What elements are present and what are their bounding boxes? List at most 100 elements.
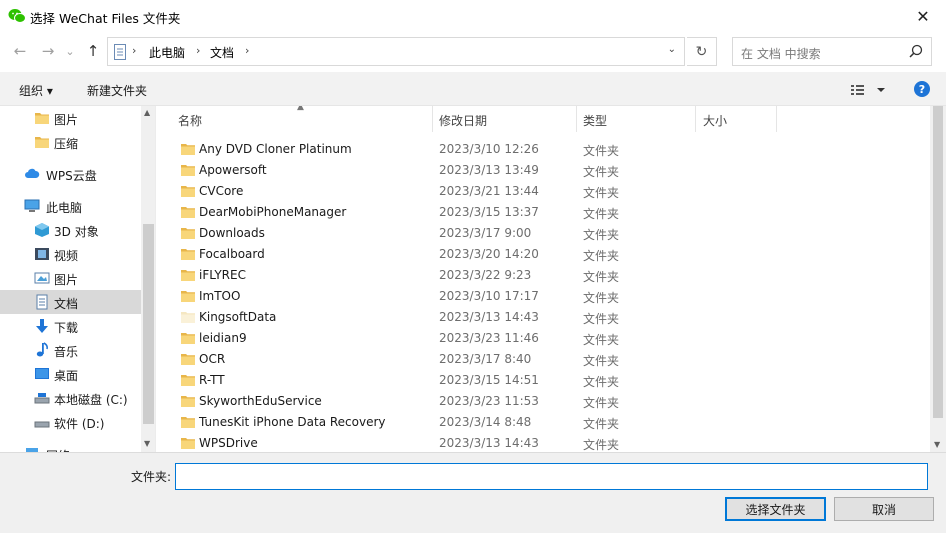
file-type: 文件夹 (583, 291, 620, 305)
forward-button[interactable]: → (38, 41, 58, 61)
table-row[interactable]: KingsoftData 2023/3/13 14:43 文件夹 (160, 307, 930, 328)
sidebar-item-this-pc[interactable]: 此电脑 (0, 194, 141, 218)
file-name: Any DVD Cloner Platinum (199, 142, 352, 156)
sidebar-item-music[interactable]: 音乐 (0, 338, 141, 362)
search-box[interactable]: 在 文档 中搜索 (732, 37, 932, 66)
file-type: 文件夹 (583, 417, 620, 431)
table-row[interactable]: TunesKit iPhone Data Recovery 2023/3/14 8… (160, 412, 930, 433)
table-row[interactable]: Downloads 2023/3/17 9:00 文件夹 (160, 223, 930, 244)
pictures-icon (34, 272, 50, 284)
table-row[interactable]: R-TT 2023/3/15 14:51 文件夹 (160, 370, 930, 391)
file-type: 文件夹 (583, 270, 620, 284)
column-header-size[interactable]: 大小 (696, 106, 777, 132)
wechat-icon (8, 9, 26, 23)
table-row[interactable]: SkyworthEduService 2023/3/23 11:53 文件夹 (160, 391, 930, 412)
folder-icon (181, 207, 195, 218)
table-row[interactable]: iFLYREC 2023/3/22 9:23 文件夹 (160, 265, 930, 286)
sidebar-item-label: 音乐 (54, 345, 79, 359)
file-list-scroll-thumb[interactable] (933, 106, 943, 418)
breadcrumb-separator[interactable]: › (196, 44, 200, 57)
sidebar-item-compress[interactable]: 压缩 (0, 130, 141, 154)
file-date: 2023/3/10 12:26 (439, 142, 539, 156)
breadcrumb-separator[interactable]: › (245, 44, 249, 57)
close-icon: ✕ (916, 6, 930, 26)
scroll-down-icon[interactable]: ▼ (934, 440, 940, 449)
file-name: Apowersoft (199, 163, 267, 177)
table-row[interactable]: Any DVD Cloner Platinum 2023/3/10 12:26 文件… (160, 139, 930, 160)
sidebar-item-network[interactable]: 网络 (0, 442, 141, 452)
scroll-down-icon[interactable]: ▼ (144, 439, 150, 448)
file-type: 文件夹 (583, 333, 620, 347)
breadcrumb-documents[interactable]: 文档 (210, 44, 234, 61)
3d-objects-icon (35, 223, 49, 237)
back-button[interactable]: ← (10, 41, 30, 61)
file-list-scrollbar[interactable]: ▼ (930, 106, 946, 452)
sidebar-item-pictures[interactable]: 图片 (0, 266, 141, 290)
sidebar-item-label: 文档 (54, 297, 79, 311)
sidebar-item-label: WPS云盘 (46, 169, 97, 183)
view-options-icon[interactable] (850, 83, 890, 97)
address-bar[interactable]: › 此电脑 › 文档 › ⌄ (107, 37, 685, 66)
sidebar-item-3d-objects[interactable]: 3D 对象 (0, 218, 141, 242)
folder-icon (181, 165, 195, 176)
cancel-button[interactable]: 取消 (834, 497, 934, 521)
file-type: 文件夹 (583, 207, 620, 221)
sidebar-item-downloads[interactable]: 下载 (0, 314, 141, 338)
file-name: ImTOO (199, 289, 241, 303)
scroll-up-icon[interactable]: ▲ (144, 108, 150, 117)
column-header-name[interactable]: 名称 (160, 106, 433, 132)
search-icon (909, 44, 923, 58)
breadcrumb-this-pc[interactable]: 此电脑 (149, 44, 185, 61)
search-input[interactable]: 在 文档 中搜索 (741, 45, 821, 62)
window-title: 选择 WeChat Files 文件夹 (30, 11, 181, 26)
table-row[interactable]: CVCore 2023/3/21 13:44 文件夹 (160, 181, 930, 202)
sidebar-item-drive-d[interactable]: 软件 (D:) (0, 410, 141, 434)
sidebar-item-desktop[interactable]: 桌面 (0, 362, 141, 386)
folder-input[interactable] (175, 463, 928, 490)
up-arrow-icon: ↑ (86, 42, 100, 60)
sidebar-item-drive-c[interactable]: 本地磁盘 (C:) (0, 386, 141, 410)
column-header-label: 名称 (178, 114, 203, 128)
sidebar-scrollbar[interactable]: ▲ ▼ (141, 106, 155, 452)
table-row[interactable]: OCR 2023/3/17 8:40 文件夹 (160, 349, 930, 370)
up-button[interactable]: ↑ (83, 41, 103, 61)
folder-icon (181, 354, 195, 365)
sidebar-scroll-thumb[interactable] (143, 224, 154, 424)
sidebar-item-videos[interactable]: 视频 (0, 242, 141, 266)
select-folder-button[interactable]: 选择文件夹 (725, 497, 826, 521)
refresh-button[interactable]: ↻ (687, 37, 717, 66)
table-row[interactable]: ImTOO 2023/3/10 17:17 文件夹 (160, 286, 930, 307)
help-button[interactable]: ? (914, 81, 930, 97)
file-name: iFLYREC (199, 268, 246, 282)
table-row[interactable]: Apowersoft 2023/3/13 13:49 文件夹 (160, 160, 930, 181)
close-button[interactable]: ✕ (900, 0, 946, 32)
address-dropdown-icon[interactable]: ⌄ (668, 44, 676, 55)
table-row[interactable]: WPSDrive 2023/3/13 14:43 文件夹 (160, 433, 930, 452)
file-date: 2023/3/13 13:49 (439, 163, 539, 177)
table-row[interactable]: Focalboard 2023/3/20 14:20 文件夹 (160, 244, 930, 265)
sidebar-item-pictures-folder[interactable]: 图片 (0, 106, 141, 130)
navigation-pane: 图片 压缩 WPS云盘 此电脑 3D 对象 视频 图片 文档 下载 音乐 桌面 (0, 106, 156, 452)
recent-locations-button[interactable]: ⌄ (60, 41, 80, 61)
sidebar-item-documents[interactable]: 文档 (0, 290, 141, 314)
column-header-label: 类型 (583, 114, 608, 128)
table-row[interactable]: DearMobiPhoneManager 2023/3/15 13:37 文件夹 (160, 202, 930, 223)
refresh-icon: ↻ (695, 43, 708, 60)
table-row[interactable]: leidian9 2023/3/23 11:46 文件夹 (160, 328, 930, 349)
command-toolbar: 组织 ▾ 新建文件夹 ? (0, 72, 946, 106)
file-type: 文件夹 (583, 165, 620, 179)
column-header-type[interactable]: 类型 (577, 106, 696, 132)
sidebar-item-wps-cloud[interactable]: WPS云盘 (0, 162, 141, 186)
folder-icon (181, 144, 195, 155)
computer-icon (24, 199, 40, 212)
chevron-down-icon: ⌄ (65, 44, 75, 58)
sidebar-item-label: 图片 (54, 113, 79, 127)
column-header-label: 修改日期 (439, 114, 488, 128)
organize-menu[interactable]: 组织 ▾ (19, 82, 53, 99)
column-header-date[interactable]: 修改日期 (433, 106, 577, 132)
folder-icon (181, 438, 195, 449)
new-folder-button[interactable]: 新建文件夹 (87, 82, 147, 99)
folder-icon (35, 113, 49, 124)
folder-icon (35, 137, 49, 148)
file-type: 文件夹 (583, 312, 620, 326)
